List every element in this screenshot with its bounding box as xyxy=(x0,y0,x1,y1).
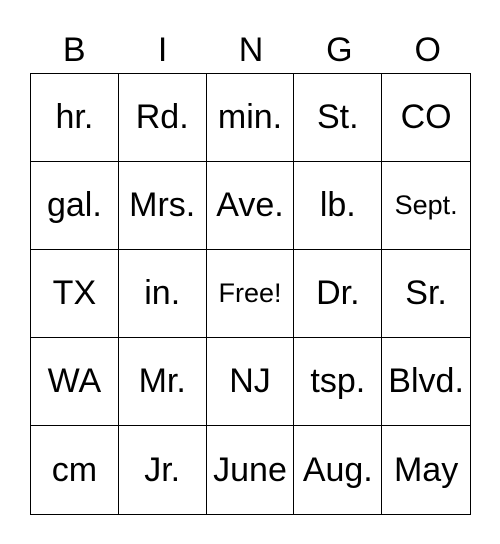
bingo-cell: gal. xyxy=(31,162,119,250)
free-space-cell: Free! xyxy=(206,250,295,338)
bingo-cell: Dr. xyxy=(294,250,383,338)
header-letter-o: O xyxy=(414,31,441,69)
bingo-cell: Aug. xyxy=(294,426,383,514)
header-letter-g: G xyxy=(326,31,353,69)
bingo-cell: Mr. xyxy=(118,338,207,426)
header-letter-b: B xyxy=(62,31,86,69)
bingo-cell: Sept. xyxy=(382,162,470,250)
bingo-cell: Ave. xyxy=(206,162,295,250)
bingo-cell: in. xyxy=(118,250,207,338)
header-letter-n: N xyxy=(238,31,264,69)
bingo-cell: CO xyxy=(382,74,470,162)
bingo-cell: NJ xyxy=(206,338,295,426)
bingo-cell: hr. xyxy=(31,74,119,162)
bingo-cell: lb. xyxy=(294,162,383,250)
bingo-cell: tsp. xyxy=(294,338,383,426)
header-letter-i: I xyxy=(157,31,168,69)
bingo-cell: June xyxy=(207,426,295,514)
bingo-cell: Rd. xyxy=(118,74,207,162)
bingo-cell: Mrs. xyxy=(118,162,207,250)
bingo-cell: Jr. xyxy=(119,426,207,514)
bingo-cell: WA xyxy=(31,338,119,426)
bingo-cell: St. xyxy=(294,74,383,162)
bingo-grid: hr. Rd. min. St. CO gal. Mrs. Ave. lb. Sept. TX in.… xyxy=(30,73,471,515)
bingo-cell: Blvd. xyxy=(382,338,470,426)
bingo-cell: cm xyxy=(31,426,119,514)
bingo-cell: min. xyxy=(206,74,295,162)
bingo-header: B I N G O xyxy=(30,28,472,72)
bingo-cell: TX xyxy=(31,250,119,338)
bingo-cell: Sr. xyxy=(382,250,470,338)
bingo-cell: May xyxy=(393,450,459,489)
